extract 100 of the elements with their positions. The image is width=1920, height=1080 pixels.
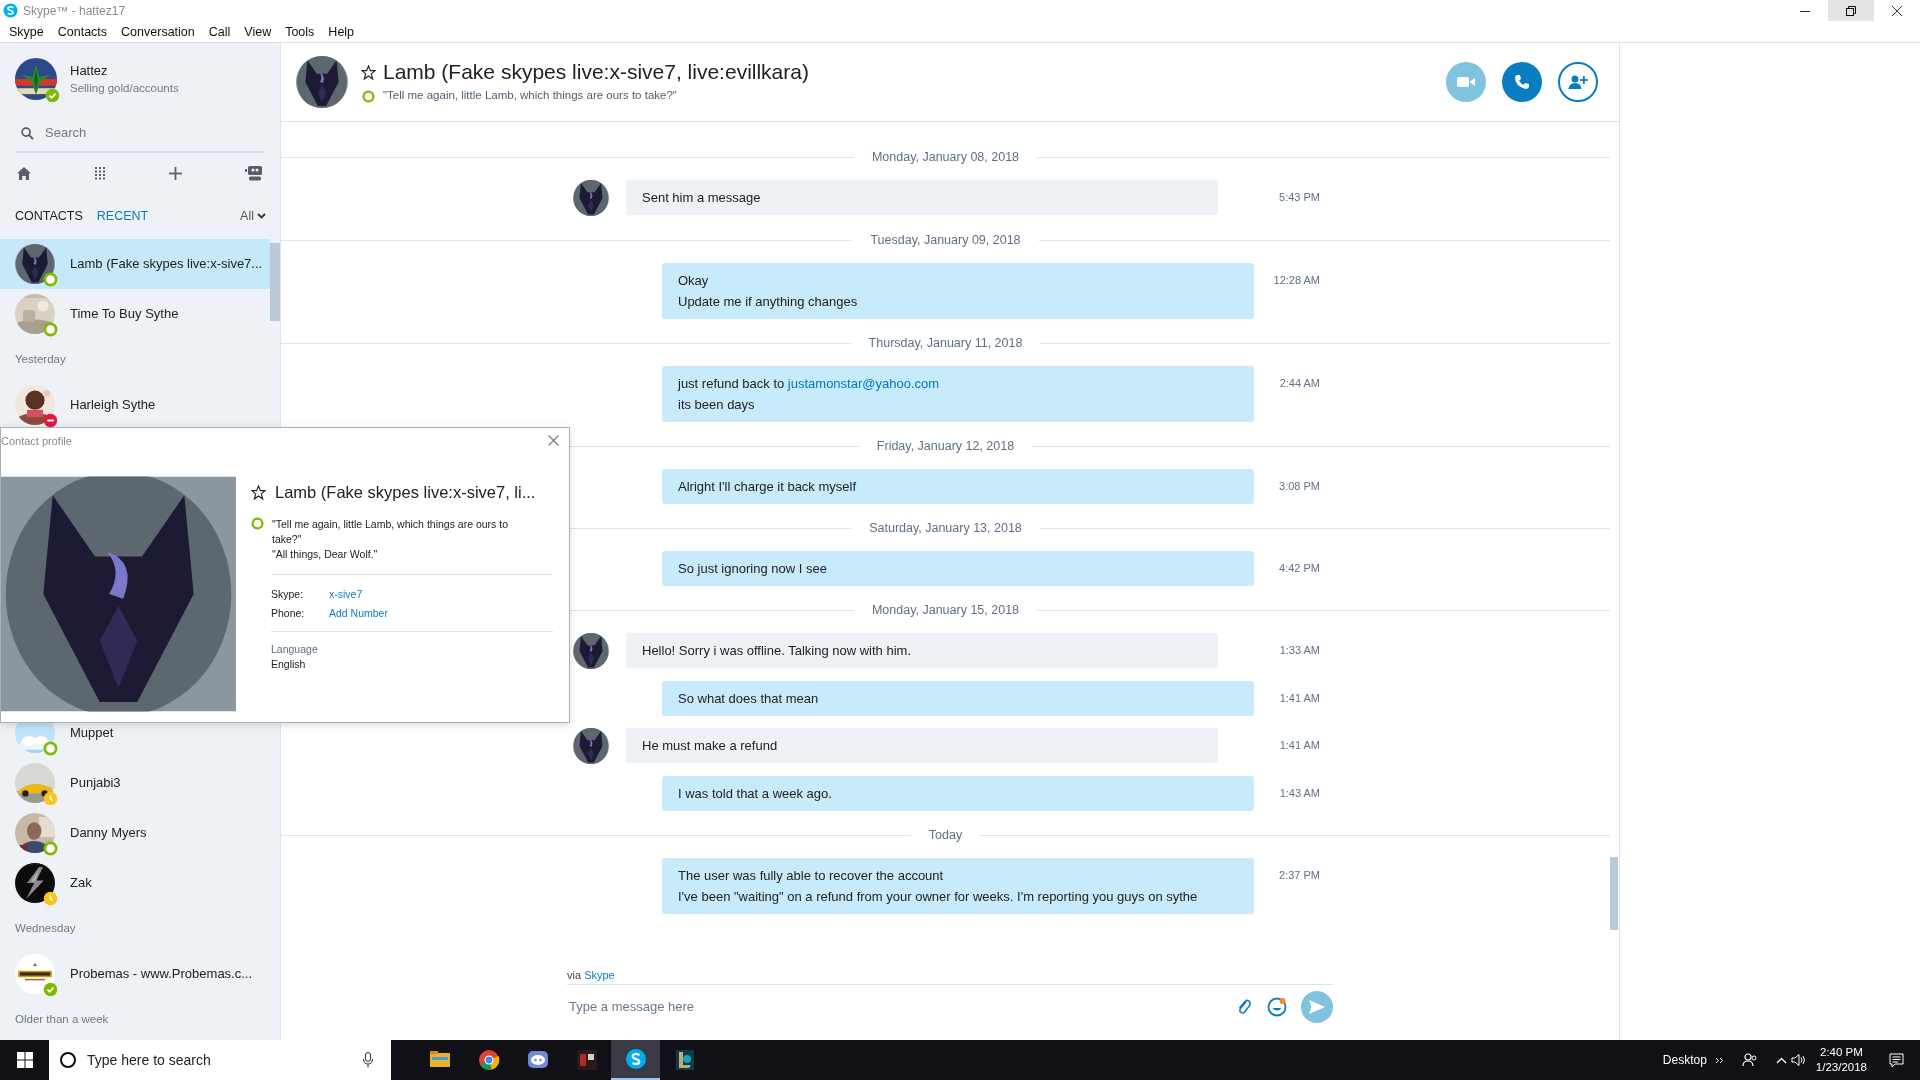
message-time: 1:43 AM bbox=[1278, 786, 1320, 801]
contact-item[interactable]: Danny Myers bbox=[0, 808, 270, 858]
contact-item[interactable]: Lamb (Fake skypes live:x-sive7... bbox=[0, 239, 270, 289]
date-label: Friday, January 12, 2018 bbox=[875, 437, 1016, 455]
double-chevron-icon bbox=[1714, 1056, 1724, 1064]
mood-message: "Tell me again, little Lamb, which things are ours to take?" bbox=[272, 516, 509, 547]
dialpad-button[interactable] bbox=[93, 164, 108, 182]
mood-message: "All things, Dear Wolf." bbox=[272, 546, 379, 562]
message-text: Hello! Sorry i was offline. Talking now with him. bbox=[642, 642, 913, 660]
email-link[interactable]: justamonstar@yahoo.com bbox=[787, 376, 940, 391]
field-label: Skype: bbox=[271, 586, 305, 602]
phone-icon bbox=[1514, 74, 1530, 90]
desktop-toolbar-button[interactable]: Desktop bbox=[1656, 1051, 1713, 1069]
date-label: Today bbox=[927, 826, 964, 844]
microphone-icon bbox=[363, 1052, 373, 1068]
restore-button[interactable] bbox=[1828, 0, 1874, 21]
message-text: Okay bbox=[678, 272, 710, 290]
contact-item[interactable]: Punjabi3 bbox=[0, 758, 270, 808]
message-time: 5:43 PM bbox=[1278, 190, 1320, 205]
contact-item[interactable]: Time To Buy Sythe bbox=[0, 289, 270, 339]
speaker-icon bbox=[1790, 1053, 1806, 1067]
menu-item[interactable]: Call bbox=[201, 21, 238, 42]
plus-icon bbox=[168, 166, 182, 180]
notification-icon bbox=[1889, 1052, 1904, 1068]
add-contact-button[interactable] bbox=[1558, 62, 1598, 102]
cortana-icon bbox=[59, 1051, 77, 1069]
taskbar-app-button[interactable] bbox=[611, 1040, 660, 1080]
chevron-up-icon bbox=[1775, 1056, 1787, 1064]
field-label: Phone: bbox=[271, 605, 306, 621]
message-time: 1:33 AM bbox=[1278, 643, 1320, 658]
field-label: Language bbox=[271, 641, 319, 657]
menu-item[interactable]: Help bbox=[321, 21, 362, 42]
mood-message: Selling gold/accounts bbox=[70, 81, 179, 97]
field-link[interactable]: x-sive7 bbox=[329, 584, 363, 604]
dialpad-icon bbox=[95, 166, 106, 180]
emoji-button[interactable] bbox=[1265, 995, 1289, 1019]
emoji-icon bbox=[1267, 997, 1287, 1017]
field-value: English bbox=[271, 656, 307, 672]
message-text: The user was fully able to recover the account bbox=[678, 867, 945, 885]
contact-item[interactable]: Probemas - www.Probemas.c... bbox=[0, 949, 270, 999]
message-time: 2:37 PM bbox=[1278, 868, 1320, 883]
add-person-icon bbox=[1568, 74, 1588, 90]
notification-button[interactable] bbox=[1887, 1050, 1906, 1070]
close-icon bbox=[1892, 5, 1902, 16]
message-text: Sent him a message bbox=[642, 189, 762, 207]
menu-item[interactable]: Skype bbox=[2, 21, 51, 42]
close-button[interactable] bbox=[546, 433, 561, 448]
camera-icon bbox=[1457, 76, 1475, 88]
volume-button[interactable] bbox=[1788, 1051, 1808, 1069]
chat-app-icon bbox=[526, 1049, 549, 1071]
field-link[interactable]: Add Number bbox=[329, 603, 388, 623]
group-heading: Yesterday bbox=[14, 351, 67, 367]
group-heading: Older than a week bbox=[14, 1011, 110, 1027]
contact-item[interactable]: Zak bbox=[0, 858, 270, 908]
skype-link[interactable]: Skype bbox=[584, 969, 615, 981]
contact-card-button[interactable] bbox=[243, 163, 265, 183]
date-label: Tuesday, January 09, 2018 bbox=[869, 231, 1022, 249]
game-app-icon bbox=[575, 1049, 598, 1071]
message-time: 4:42 PM bbox=[1278, 561, 1320, 576]
clock-time: 2:40 PM bbox=[1819, 1045, 1864, 1060]
people-icon bbox=[1741, 1052, 1758, 1068]
tab[interactable]: CONTACTS bbox=[15, 206, 83, 226]
search-field[interactable]: Search bbox=[43, 122, 223, 144]
profile-name: Hattez bbox=[70, 61, 109, 80]
message-time: 3:08 PM bbox=[1278, 479, 1320, 494]
message-text: its been days bbox=[678, 396, 756, 414]
search-icon bbox=[21, 126, 34, 140]
date-label: Thursday, January 11, 2018 bbox=[867, 334, 1024, 352]
restore-icon bbox=[1846, 5, 1856, 16]
message-text: Alright I'll charge it back myself bbox=[678, 478, 858, 496]
message-text: So just ignoring now I see bbox=[678, 560, 828, 578]
menu-item[interactable]: Tools bbox=[278, 21, 322, 42]
star-icon[interactable] bbox=[361, 64, 376, 80]
star-icon[interactable] bbox=[251, 484, 266, 500]
menu-item[interactable]: Contacts bbox=[50, 21, 115, 42]
taskbar-search-box[interactable]: Type here to search bbox=[49, 1040, 391, 1080]
contact-card-icon bbox=[245, 165, 263, 181]
game-launcher-icon bbox=[673, 1049, 696, 1071]
windows-logo-icon bbox=[16, 1052, 33, 1068]
message-input[interactable]: Type a message here bbox=[567, 996, 1223, 1018]
message-text: I've been "waiting" on a refund from your owner for weeks. I'm reporting you guys on sythe bbox=[678, 888, 1199, 906]
add-button[interactable] bbox=[166, 164, 184, 182]
message-text: Update me if anything changes bbox=[678, 293, 859, 311]
send-icon bbox=[1309, 1000, 1325, 1014]
message-time: 12:28 AM bbox=[1272, 273, 1320, 288]
panel-title: Contact profile bbox=[1, 434, 72, 449]
via-text: via Skype bbox=[567, 969, 615, 981]
call-button[interactable] bbox=[1502, 62, 1542, 102]
menu-item[interactable]: View bbox=[237, 21, 279, 42]
home-icon bbox=[16, 165, 32, 181]
menu-item[interactable]: Conversation bbox=[114, 21, 202, 42]
caret-icon bbox=[257, 213, 266, 219]
app-logo-icon bbox=[3, 3, 18, 18]
filter-dropdown[interactable]: All bbox=[240, 206, 266, 226]
clock-date: 1/23/2018 bbox=[1815, 1060, 1867, 1075]
tab[interactable]: RECENT bbox=[96, 206, 149, 226]
window-title: Skype™ - hattez17 bbox=[23, 2, 126, 20]
message-text: just refund back to justamonstar@yahoo.com bbox=[678, 375, 941, 393]
paperclip-icon bbox=[1237, 998, 1251, 1016]
messenger-app-icon bbox=[624, 1048, 647, 1070]
